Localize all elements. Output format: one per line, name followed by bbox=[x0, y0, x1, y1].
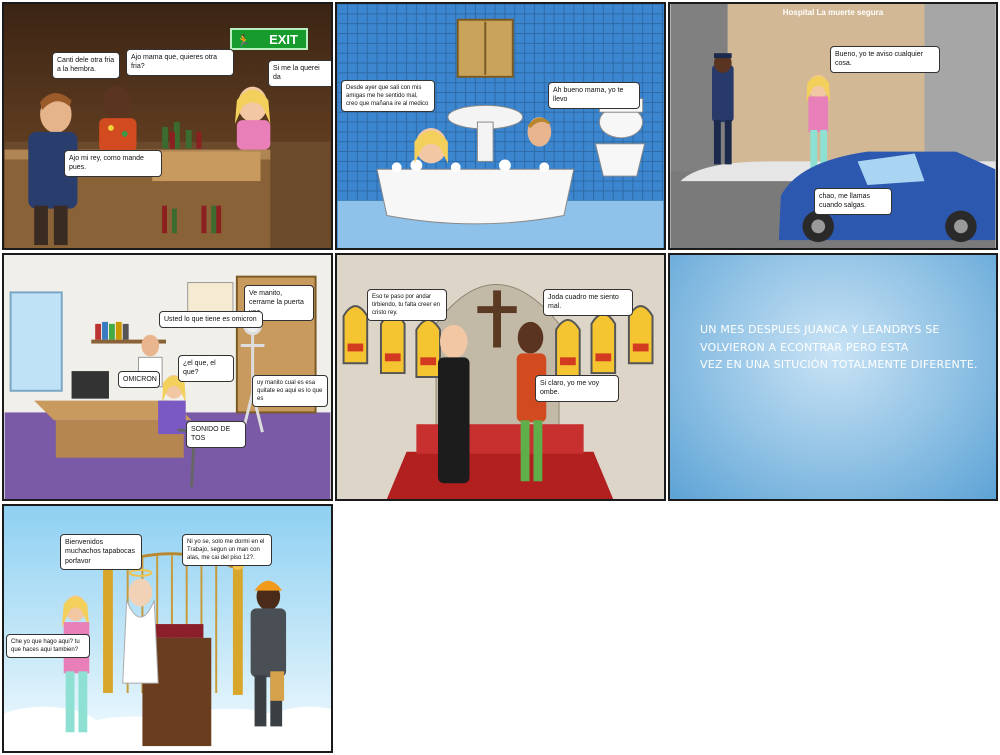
panel-church-scene: Eso te paso por andar tirbiendo, tu falt… bbox=[335, 253, 666, 501]
speech-bubble: Si claro, yo me voy ombe. bbox=[535, 375, 619, 402]
narration-caption: UN MES DESPUES JUANCA Y LEANDRYS SE VOLV… bbox=[700, 323, 978, 372]
running-person-icon: 🏃 bbox=[236, 34, 251, 48]
panel-bathroom-scene: Desde ayer que sali con mis amigas me he… bbox=[335, 2, 666, 250]
speech-bubble: Ajo mama que, quieres otra fria? bbox=[126, 49, 234, 76]
speech-bubble: OMICRON bbox=[118, 371, 160, 389]
hospital-sign: Hospital La muerte segura bbox=[782, 8, 884, 17]
heaven-illustration bbox=[4, 552, 331, 751]
speech-bubble: Che yo que hago aqui? tu que haces aqui … bbox=[6, 634, 90, 659]
speech-bubble: Usted lo que tiene es omicron bbox=[159, 311, 263, 329]
speech-bubble: Ni yo se, solo me dormi en el Trabajo, s… bbox=[182, 534, 272, 567]
speech-bubble: Ajo mi rey, como mande pues. bbox=[64, 150, 162, 177]
panel-bar-scene: 🏃 EXIT Canti dele otra fria a la hembra.… bbox=[2, 2, 333, 250]
speech-bubble: uy manito cual es esa quitate eo aqui es… bbox=[252, 375, 328, 408]
exit-sign-text: EXIT bbox=[269, 32, 298, 47]
speech-bubble: ¿el que, el que? bbox=[178, 355, 234, 382]
speech-bubble: Canti dele otra fria a la hembra. bbox=[52, 52, 120, 79]
speech-bubble: Desde ayer que sali con mis amigas me he… bbox=[341, 80, 435, 113]
panel-caption: UN MES DESPUES JUANCA Y LEANDRYS SE VOLV… bbox=[668, 253, 998, 501]
speech-bubble: chao, me llamas cuando salgas. bbox=[814, 188, 892, 215]
panel-heaven-scene: Bienvenidos muchachos tapabocas porfavor… bbox=[2, 504, 333, 753]
speech-bubble: Bueno, yo te aviso cualquier cosa. bbox=[830, 46, 940, 73]
panel-doctor-office-scene: Ve manito, cerrame la puerta vee. Usted … bbox=[2, 253, 333, 501]
speech-bubble: Joda cuadro me siento mal. bbox=[543, 289, 633, 316]
speech-bubble: Si me la querei da bbox=[268, 60, 331, 87]
speech-bubble: Ah bueno mama, yo te llevo bbox=[548, 82, 640, 109]
speech-bubble: Bienvenidos muchachos tapabocas porfavor bbox=[60, 534, 142, 571]
bathroom-illustration bbox=[337, 4, 664, 248]
speech-bubble: SONIDO DE TOS bbox=[186, 421, 246, 448]
panel-hospital-scene: Hospital La muerte segura Bueno, yo te a… bbox=[668, 2, 998, 250]
exit-sign: 🏃 EXIT bbox=[230, 28, 308, 50]
speech-bubble: Eso te paso por andar tirbiendo, tu falt… bbox=[367, 289, 447, 322]
